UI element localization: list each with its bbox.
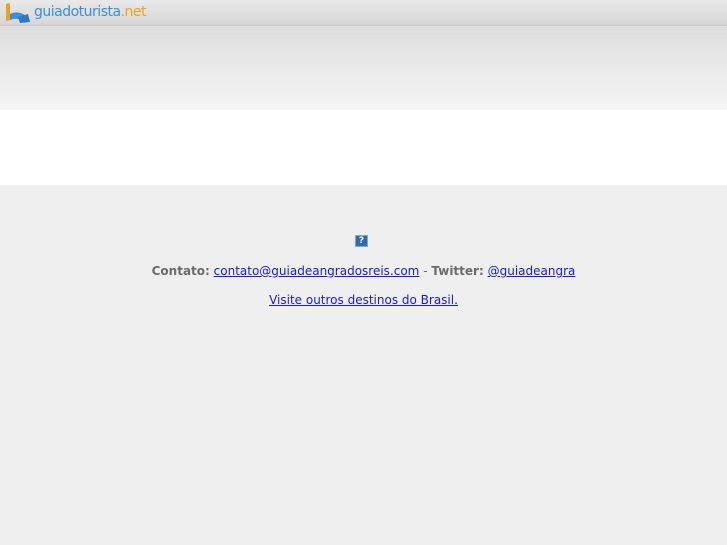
logo-text-base: guiadoturista xyxy=(34,4,121,20)
content-area xyxy=(0,110,727,185)
logo-text: guiadoturista.net xyxy=(34,4,147,20)
other-destinations-link[interactable]: Visite outros destinos do Brasil. xyxy=(269,293,458,307)
contact-label: Contato: xyxy=(151,264,210,278)
logo-icon xyxy=(6,3,30,23)
contact-line: Contato: contato@guiadeangradosreis.com … xyxy=(0,264,727,278)
logo-text-tld: .net xyxy=(120,4,147,20)
contact-email-link[interactable]: contato@guiadeangradosreis.com xyxy=(214,264,420,278)
destinations-line: Visite outros destinos do Brasil. xyxy=(0,293,727,307)
top-bar: guiadoturista.net xyxy=(0,0,727,26)
twitter-label: Twitter: xyxy=(431,264,484,278)
site-logo[interactable]: guiadoturista.net xyxy=(4,2,147,24)
twitter-link[interactable]: @guiadeangra xyxy=(488,264,576,278)
help-icon[interactable]: ? xyxy=(355,235,368,247)
header-gradient-band xyxy=(0,26,727,110)
